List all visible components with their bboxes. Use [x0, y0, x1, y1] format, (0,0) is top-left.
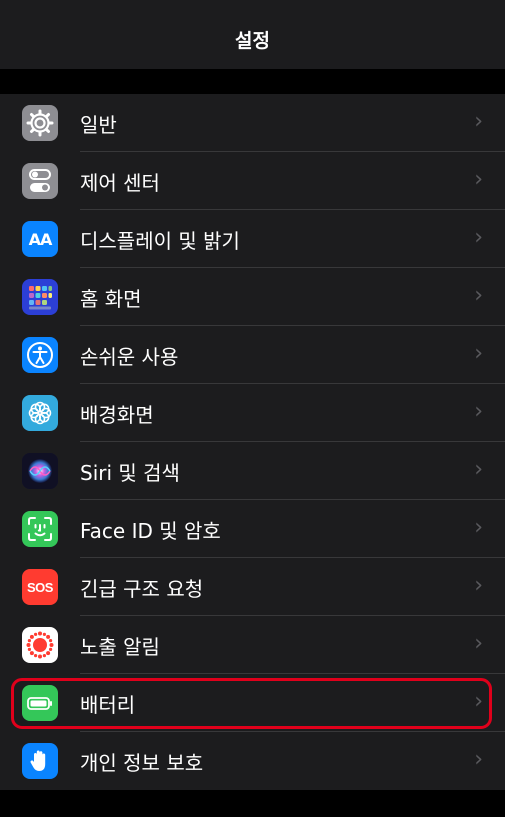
- settings-item-home-screen[interactable]: 홈 화면 ›: [0, 268, 505, 326]
- settings-list: 일반 › 제어 센터 › AA 디스플레이 및 밝기 › 홈 화면 › 손쉬운 …: [0, 94, 505, 790]
- chevron-right-icon: ›: [474, 109, 483, 134]
- settings-item-accessibility[interactable]: 손쉬운 사용 ›: [0, 326, 505, 384]
- settings-item-battery[interactable]: 배터리 ›: [0, 674, 505, 732]
- chevron-right-icon: ›: [474, 167, 483, 192]
- settings-item-general[interactable]: 일반 ›: [0, 94, 505, 152]
- settings-item-label: 일반: [80, 112, 117, 137]
- chevron-right-icon: ›: [474, 399, 483, 424]
- hand-icon: [22, 743, 58, 779]
- chevron-right-icon: ›: [474, 689, 483, 714]
- chevron-right-icon: ›: [474, 747, 483, 772]
- sos-icon: SOS: [22, 569, 58, 605]
- toggle-switches-icon: [22, 163, 58, 199]
- bottom-black-area: [0, 790, 505, 817]
- section-gap: [0, 69, 505, 94]
- settings-item-siri-search[interactable]: Siri 및 검색 ›: [0, 442, 505, 500]
- settings-item-label: Siri 및 검색: [80, 460, 180, 485]
- siri-icon: [22, 453, 58, 489]
- settings-item-display-brightness[interactable]: AA 디스플레이 및 밝기 ›: [0, 210, 505, 268]
- settings-item-label: 디스플레이 및 밝기: [80, 228, 240, 253]
- settings-item-exposure-notifications[interactable]: 노출 알림 ›: [0, 616, 505, 674]
- app-grid-icon: [22, 279, 58, 315]
- accessibility-icon: [22, 337, 58, 373]
- chevron-right-icon: ›: [474, 341, 483, 366]
- text-size-icon: AA: [22, 221, 58, 257]
- gear-icon: [22, 105, 58, 141]
- settings-item-emergency-sos[interactable]: SOS 긴급 구조 요청 ›: [0, 558, 505, 616]
- face-id-icon: [22, 511, 58, 547]
- settings-item-privacy[interactable]: 개인 정보 보호 ›: [0, 732, 505, 790]
- settings-item-label: 배경화면: [80, 402, 154, 427]
- navigation-bar: 설정: [0, 0, 505, 69]
- settings-item-label: 개인 정보 보호: [80, 750, 204, 775]
- settings-item-label: 제어 센터: [80, 170, 160, 195]
- chevron-right-icon: ›: [474, 457, 483, 482]
- chevron-right-icon: ›: [474, 573, 483, 598]
- chevron-right-icon: ›: [474, 515, 483, 540]
- exposure-notification-icon: [22, 627, 58, 663]
- chevron-right-icon: ›: [474, 631, 483, 656]
- settings-item-control-center[interactable]: 제어 센터 ›: [0, 152, 505, 210]
- settings-item-label: 긴급 구조 요청: [80, 576, 204, 601]
- flower-icon: [22, 395, 58, 431]
- settings-item-face-id-passcode[interactable]: Face ID 및 암호 ›: [0, 500, 505, 558]
- settings-item-label: Face ID 및 암호: [80, 518, 221, 543]
- settings-item-wallpaper[interactable]: 배경화면 ›: [0, 384, 505, 442]
- settings-item-label: 홈 화면: [80, 286, 142, 311]
- settings-item-label: 노출 알림: [80, 634, 160, 659]
- battery-icon: [22, 685, 58, 721]
- settings-item-label: 배터리: [80, 692, 136, 717]
- chevron-right-icon: ›: [474, 225, 483, 250]
- page-title: 설정: [235, 30, 270, 52]
- settings-screen: 설정 일반 › 제어 센터 › AA 디스플레이 및 밝기 › 홈 화면 › 손…: [0, 0, 505, 817]
- chevron-right-icon: ›: [474, 283, 483, 308]
- settings-item-label: 손쉬운 사용: [80, 344, 179, 369]
